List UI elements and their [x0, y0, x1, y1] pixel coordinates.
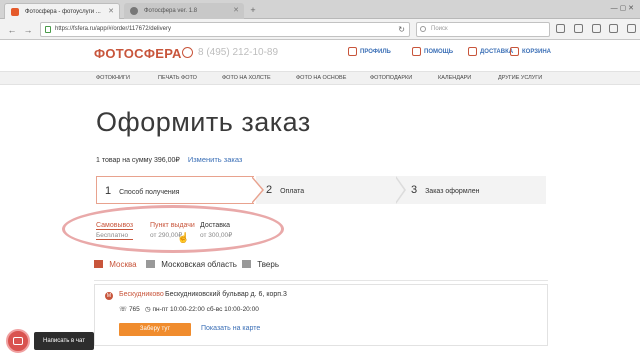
help-link[interactable]: ПОМОЩЬ — [412, 47, 454, 56]
help-label: ПОМОЩЬ — [424, 49, 454, 55]
pickup-point-card: M Бескудниково Бескудниковский бульвар д… — [94, 284, 548, 346]
new-tab-button[interactable]: + — [248, 5, 258, 15]
city-label: Москва — [109, 260, 137, 269]
step-number: 3 — [411, 184, 418, 196]
toolbar-icons — [556, 24, 636, 36]
option-title: Пункт выдачи — [150, 222, 195, 229]
pick-here-button[interactable]: Заберу тут — [119, 323, 191, 336]
tab-title: Фотосфера - фотоуслуги ... — [25, 9, 101, 15]
menu-item-other[interactable]: ДРУГИЕ УСЛУГИ — [498, 72, 542, 85]
step-number: 2 — [266, 184, 273, 196]
pickup-phone: ☏ 765 — [119, 306, 140, 313]
option-title: Самовывоз — [96, 222, 134, 230]
tab-title: Фотосфера ver. 1.8 — [144, 8, 198, 14]
summary-amount: 396,00₽ — [154, 157, 180, 164]
option-price: Бесплатно — [96, 232, 134, 240]
step-payment: 2 Оплата — [256, 176, 401, 204]
profile-label: ПРОФИЛЬ — [360, 49, 391, 55]
step-divider-inner — [395, 177, 404, 203]
camera-icon — [13, 337, 23, 345]
menu-item-photo-print[interactable]: ПЕЧАТЬ ФОТО — [158, 72, 197, 85]
city-icon — [146, 260, 155, 268]
pickup-address: Бескудниковский бульвар д. 6, корп.3 — [165, 291, 287, 298]
window-controls[interactable]: — ▢ ✕ — [611, 4, 634, 12]
edit-order-link[interactable]: Изменить заказ — [188, 155, 243, 164]
menu-item-calendars[interactable]: КАЛЕНДАРИ — [438, 72, 471, 85]
hours-value: пн-пт 10:00-22:00 сб-вс 10:00-20:00 — [152, 306, 259, 313]
delivery-option-self-pickup[interactable]: Самовывоз Бесплатно — [96, 222, 134, 240]
tab-fotosfera-version[interactable]: Фотосфера ver. 1.8 ✕ — [124, 3, 244, 19]
phone-value: 765 — [128, 306, 140, 313]
globe-icon — [130, 7, 138, 15]
menu-item-canvas[interactable]: ФОТО НА ХОЛСТЕ — [222, 72, 271, 85]
metro-station: Бескудниково — [119, 291, 164, 298]
back-icon[interactable]: ← — [6, 24, 18, 36]
checkout-steps: 2 Оплата 3 Заказ оформлен 1 Способ получ… — [96, 176, 546, 204]
close-icon[interactable]: ✕ — [233, 3, 239, 19]
step-delivery-method: 1 Способ получения — [96, 176, 254, 204]
delivery-label: ДОСТАВКА — [480, 49, 514, 55]
city-icon — [242, 260, 251, 268]
summary-text: 1 товар на сумму — [96, 157, 153, 164]
menu-icon[interactable] — [627, 24, 636, 33]
search-icon — [420, 26, 426, 32]
phone-icon — [182, 47, 193, 58]
chat-button[interactable] — [6, 329, 30, 353]
help-icon — [412, 47, 421, 56]
show-on-map-link[interactable]: Показать на карте — [201, 325, 260, 332]
city-label: Московская область — [161, 260, 237, 269]
chat-label[interactable]: Написать в чат — [34, 332, 94, 350]
step-active-arrow-inner — [251, 177, 262, 203]
lock-icon — [45, 26, 51, 33]
profile-link[interactable]: ПРОФИЛЬ — [348, 47, 391, 56]
search-placeholder: Поиск — [431, 26, 448, 32]
menu-item-gifts[interactable]: ФОТОПОДАРКИ — [370, 72, 412, 85]
delivery-link[interactable]: ДОСТАВКА — [468, 47, 514, 56]
browser-toolbar: ← → https://fsfera.ru/app/#/order/117672… — [0, 19, 640, 40]
profile-icon — [348, 47, 357, 56]
step-label: Заказ оформлен — [425, 188, 480, 195]
menu-item-base[interactable]: ФОТО НА ОСНОВЕ — [296, 72, 346, 85]
city-tver[interactable]: Тверь — [242, 260, 279, 269]
city-moscow-region[interactable]: Московская область — [146, 260, 237, 269]
divider — [94, 280, 548, 281]
step-label: Способ получения — [119, 189, 180, 196]
header-phone[interactable]: 8 (495) 212-10-89 — [198, 47, 278, 58]
fotosfera-favicon-icon — [11, 8, 19, 16]
url-text: https://fsfera.ru/app/#/order/117672/del… — [55, 26, 171, 32]
tab-fotosfera[interactable]: Фотосфера - фотоуслуги ... ✕ — [4, 3, 120, 19]
order-summary: 1 товар на сумму 396,00₽ Изменить заказ — [96, 155, 242, 164]
city-icon — [94, 260, 103, 268]
cart-label: КОРЗИНА — [522, 49, 551, 55]
home-icon[interactable] — [609, 24, 619, 33]
download-icon[interactable] — [591, 24, 601, 33]
browser-search-input[interactable]: Поиск — [416, 22, 550, 37]
delivery-option-courier[interactable]: Доставка от 300,00₽ — [200, 222, 232, 239]
option-title: Доставка — [200, 222, 231, 229]
reload-icon[interactable]: ↻ — [398, 23, 405, 36]
option-price: от 300,00₽ — [200, 232, 233, 239]
city-moscow[interactable]: Москва — [94, 260, 137, 269]
metro-icon: M — [105, 292, 113, 300]
step-number: 1 — [105, 185, 112, 197]
menu-item-photobooks[interactable]: ФОТОКНИГИ — [96, 72, 130, 85]
cart-icon — [510, 47, 519, 56]
browser-tab-bar: Фотосфера - фотоуслуги ... ✕ Фотосфера v… — [0, 0, 640, 19]
step-complete: 3 Заказ оформлен — [401, 176, 546, 204]
cart-link[interactable]: КОРЗИНА — [510, 47, 551, 56]
close-icon[interactable]: ✕ — [108, 4, 114, 19]
hand-cursor-icon: ☝ — [177, 233, 190, 244]
site-logo[interactable]: ФОТОСФЕРА — [94, 46, 182, 61]
step-label: Оплата — [280, 188, 305, 195]
bookmark-icon[interactable] — [556, 24, 565, 33]
category-menu: ФОТОКНИГИ ПЕЧАТЬ ФОТО ФОТО НА ХОЛСТЕ ФОТ… — [0, 71, 640, 85]
page-title: Оформить заказ — [96, 107, 311, 137]
address-bar[interactable]: https://fsfera.ru/app/#/order/117672/del… — [40, 22, 410, 37]
city-label: Тверь — [257, 260, 279, 269]
library-icon[interactable] — [573, 24, 583, 33]
forward-icon[interactable]: → — [22, 24, 34, 36]
delivery-icon — [468, 47, 477, 56]
pickup-hours: ◷ пн-пт 10:00-22:00 сб-вс 10:00-20:00 — [145, 306, 259, 313]
